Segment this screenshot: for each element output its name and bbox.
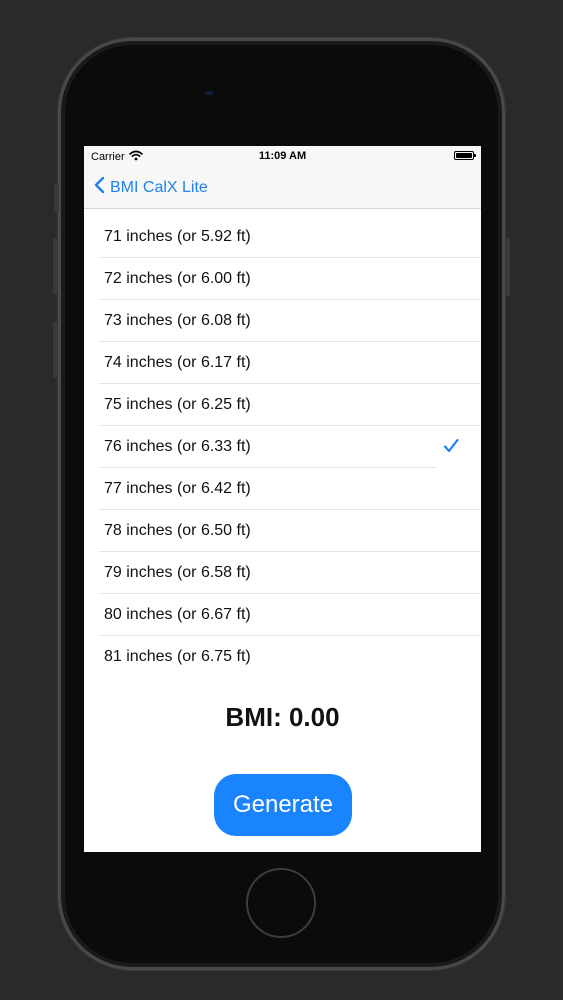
height-row-label: 71 inches (or 5.92 ft) [104, 228, 251, 245]
checkmark-icon [443, 438, 459, 459]
height-row-label: 81 inches (or 6.75 ft) [104, 648, 251, 665]
height-row[interactable]: 75 inches (or 6.25 ft) [84, 384, 481, 426]
app-screen: Carrier 11:09 AM BMI CalX Lite 71 inches… [84, 146, 481, 852]
height-row[interactable]: 78 inches (or 6.50 ft) [84, 510, 481, 552]
height-row-label: 78 inches (or 6.50 ft) [104, 522, 251, 539]
height-row-label: 75 inches (or 6.25 ft) [104, 396, 251, 413]
silent-switch [54, 184, 59, 212]
back-button-label: BMI CalX Lite [110, 178, 208, 196]
height-row-label: 74 inches (or 6.17 ft) [104, 354, 251, 371]
status-time: 11:09 AM [258, 150, 307, 162]
bmi-result: BMI: 0.00 [225, 702, 340, 732]
volume-up-button [53, 238, 58, 294]
generate-button[interactable]: Generate [214, 774, 352, 836]
height-row-label: 80 inches (or 6.67 ft) [104, 606, 251, 623]
height-row-label: 73 inches (or 6.08 ft) [104, 312, 251, 329]
volume-down-button [53, 322, 58, 378]
height-row[interactable]: 80 inches (or 6.67 ft) [84, 594, 481, 636]
earpiece-speaker [205, 91, 213, 95]
battery-icon [454, 151, 476, 160]
height-row-label: 72 inches (or 6.00 ft) [104, 270, 251, 287]
height-row[interactable]: 79 inches (or 6.58 ft) [84, 552, 481, 594]
home-button[interactable] [246, 868, 316, 938]
status-bar: Carrier 11:09 AM [84, 146, 481, 166]
navigation-bar: BMI CalX Lite [84, 166, 481, 209]
height-row-label: 77 inches (or 6.42 ft) [104, 480, 251, 497]
height-row-selected[interactable]: 76 inches (or 6.33 ft) [84, 426, 481, 468]
height-row[interactable]: 71 inches (or 5.92 ft) [84, 216, 481, 258]
back-button[interactable]: BMI CalX Lite [94, 176, 208, 199]
height-row[interactable]: 77 inches (or 6.42 ft) [84, 468, 481, 510]
height-list[interactable]: 71 inches (or 5.92 ft) 72 inches (or 6.0… [84, 216, 481, 678]
height-row[interactable]: 73 inches (or 6.08 ft) [84, 300, 481, 342]
power-button [505, 238, 510, 296]
height-row-label: 76 inches (or 6.33 ft) [104, 438, 251, 455]
height-row[interactable]: 81 inches (or 6.75 ft) [84, 636, 481, 678]
height-row[interactable]: 74 inches (or 6.17 ft) [84, 342, 481, 384]
height-row-label: 79 inches (or 6.58 ft) [104, 564, 251, 581]
chevron-left-icon [94, 176, 105, 199]
height-row[interactable]: 72 inches (or 6.00 ft) [84, 258, 481, 300]
